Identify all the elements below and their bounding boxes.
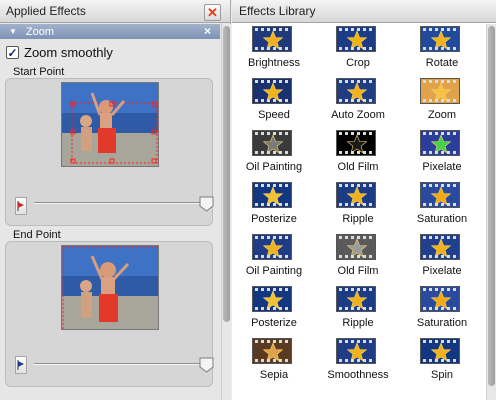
effect-label: Ripple [342,317,374,329]
effect-label: Ripple [342,213,374,225]
close-icon[interactable]: ✕ [204,4,221,21]
start-point-slider-thumb[interactable] [199,196,214,212]
effects-library-scroll-thumb[interactable] [488,26,495,386]
effect-thumbnail[interactable] [252,130,292,156]
effect-label: Oil Painting [245,161,303,173]
effects-library-panel: Effects Library Brightness Crop Rotate Spee… [232,0,496,400]
applied-effects-header: Applied Effects [0,0,230,23]
effect-label: Speed [258,109,290,121]
effect-thumbnail[interactable] [420,78,460,104]
effect-thumbnail[interactable] [336,286,376,312]
start-point-box [5,78,214,226]
effect-label: Posterize [251,213,297,225]
effect-thumbnail[interactable] [420,234,460,260]
effect-thumbnail[interactable] [252,338,292,364]
effects-library-scrollbar[interactable] [486,24,496,400]
effect-thumbnail[interactable] [420,26,460,52]
zoom-smoothly-checkbox[interactable]: ✓ Zoom smoothly [6,45,113,60]
effect-label: Zoom [427,109,457,121]
effect-label: Posterize [251,317,297,329]
effect-label: Auto Zoom [331,109,385,121]
end-point-slider-track[interactable] [34,363,208,365]
applied-effects-panel: Applied Effects ✕ ▼ Zoom × ✓ Zoom smooth… [0,0,231,400]
effect-thumbnail[interactable] [252,182,292,208]
effect-thumbnail[interactable] [252,78,292,104]
effect-label: Oil Painting [245,265,303,277]
effect-label: Pixelate [422,265,462,277]
effect-thumbnail[interactable] [420,286,460,312]
effect-label: Old Film [337,161,379,173]
effects-library-header: Effects Library [232,0,496,23]
effect-thumbnail[interactable] [336,182,376,208]
end-point-label: End Point [13,229,61,241]
effect-label: Old Film [337,265,379,277]
disclosure-triangle-icon[interactable]: ▼ [9,27,17,36]
start-flag-icon[interactable] [15,197,27,215]
effect-thumbnail[interactable] [252,26,292,52]
end-point-box [5,241,214,387]
effect-label: Smoothness [327,369,389,381]
end-point-slider-thumb[interactable] [199,357,214,373]
effect-label: Rotate [425,57,459,69]
start-point-label: Start Point [13,66,65,78]
end-flag-icon[interactable] [15,356,27,374]
zoom-smoothly-label: Zoom smoothly [24,45,113,60]
effect-thumbnail[interactable] [336,234,376,260]
effect-label: Pixelate [422,161,462,173]
effect-name: Zoom [25,25,55,38]
effect-thumbnail[interactable] [420,338,460,364]
effects-library-title: Effects Library [239,4,316,18]
effect-thumbnail[interactable] [252,234,292,260]
effect-label: Crop [346,57,370,69]
applied-effects-title: Applied Effects [6,4,86,18]
effect-thumbnail[interactable] [252,286,292,312]
effect-thumbnail[interactable] [420,130,460,156]
applied-effects-scroll-thumb[interactable] [223,26,230,322]
effect-label: Saturation [416,213,468,225]
effect-label: Spin [430,369,454,381]
checkmark-icon[interactable]: ✓ [6,46,19,59]
effect-label: Saturation [416,317,468,329]
effect-label: Brightness [248,57,300,69]
start-point-slider-track[interactable] [34,202,208,204]
applied-effects-scrollbar[interactable] [221,24,231,400]
effect-label: Sepia [259,369,289,381]
end-point-photo [61,245,159,330]
effect-thumbnail[interactable] [336,130,376,156]
remove-effect-icon[interactable]: × [204,24,211,39]
effect-thumbnail[interactable] [420,182,460,208]
zoom-effect-bar[interactable]: ▼ Zoom × [0,24,220,39]
effect-thumbnail[interactable] [336,338,376,364]
start-point-photo [61,82,159,167]
effect-thumbnail[interactable] [336,78,376,104]
effect-thumbnail[interactable] [336,26,376,52]
